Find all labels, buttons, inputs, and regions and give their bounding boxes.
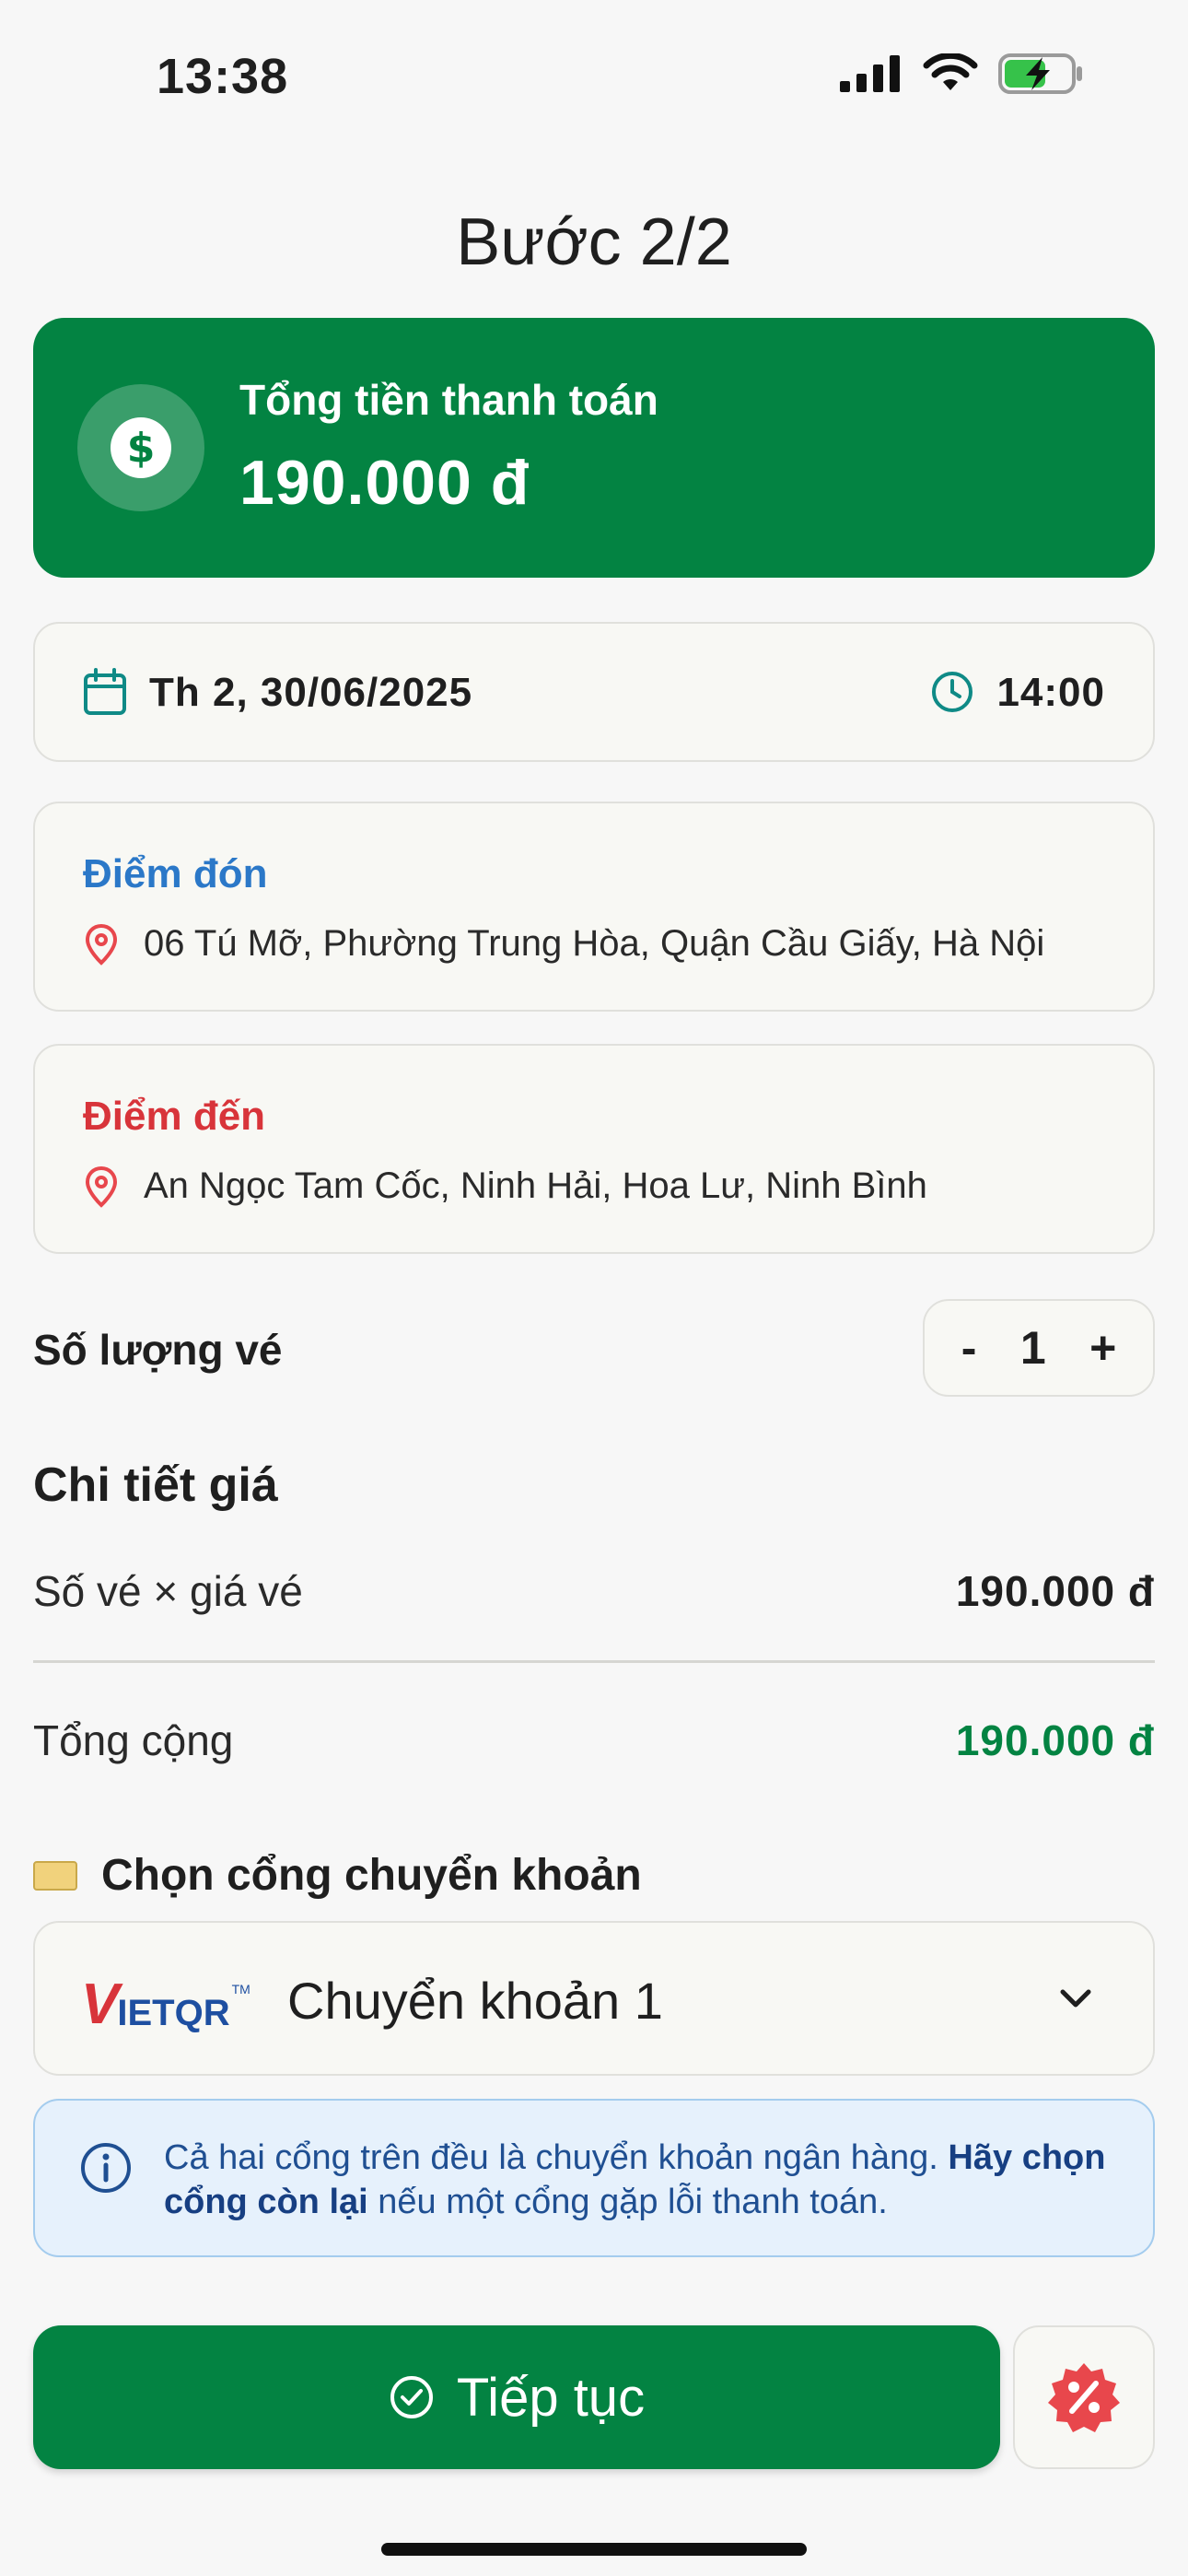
decrease-quantity-button[interactable]: - bbox=[961, 1321, 977, 1375]
ticket-price-line-value: 190.000 đ bbox=[955, 1567, 1155, 1615]
departure-date: Th 2, 30/06/2025 bbox=[149, 670, 473, 715]
ticket-price-line-label: Số vé × giá vé bbox=[33, 1567, 303, 1615]
continue-button[interactable]: Tiếp tục bbox=[33, 2325, 1000, 2469]
info-icon bbox=[81, 2143, 131, 2193]
pickup-address: 06 Tú Mỡ, Phường Trung Hòa, Quận Cầu Giấ… bbox=[144, 923, 1045, 964]
vietqr-logo-text: IETQR bbox=[117, 1993, 230, 2033]
calendar-icon bbox=[84, 668, 126, 715]
destination-address: An Ngọc Tam Cốc, Ninh Hải, Hoa Lư, Ninh … bbox=[144, 1165, 927, 1206]
chevron-down-icon bbox=[1060, 1989, 1091, 2008]
departure-time: 14:00 bbox=[996, 670, 1105, 715]
status-icons bbox=[840, 53, 1085, 94]
dollar-circle-icon: $ bbox=[77, 384, 204, 511]
grand-total-value: 190.000 đ bbox=[955, 1716, 1155, 1764]
vietqr-logo: V IETQR TM bbox=[81, 1976, 250, 2033]
schedule-card: Th 2, 30/06/2025 14:00 bbox=[33, 622, 1155, 762]
clock-icon bbox=[932, 672, 973, 712]
promo-button[interactable] bbox=[1013, 2325, 1155, 2469]
gateway-selected-value: Chuyển khoản 1 bbox=[287, 1972, 663, 2030]
continue-label: Tiếp tục bbox=[456, 2367, 646, 2428]
battery-charging-icon bbox=[998, 53, 1082, 94]
info-text-part: Cả hai cổng trên đều là chuyển khoản ngâ… bbox=[164, 2138, 949, 2177]
credit-card-icon bbox=[33, 1861, 77, 1891]
info-text-part: nếu một cổng gặp lỗi thanh toán. bbox=[367, 2183, 888, 2221]
price-divider bbox=[33, 1660, 1155, 1663]
pickup-card: Điểm đón 06 Tú Mỡ, Phường Trung Hòa, Quậ… bbox=[33, 802, 1155, 1012]
quantity-value: 1 bbox=[1019, 1322, 1046, 1374]
gateway-info-text: Cả hai cổng trên đều là chuyển khoản ngâ… bbox=[164, 2136, 1122, 2224]
destination-card: Điểm đến An Ngọc Tam Cốc, Ninh Hải, Hoa … bbox=[33, 1044, 1155, 1254]
location-pin-icon bbox=[85, 923, 118, 966]
pickup-title: Điểm đón bbox=[83, 851, 268, 896]
vietqr-logo-v: V bbox=[81, 1973, 119, 2036]
total-value: 190.000 đ bbox=[239, 448, 530, 518]
total-payment-card: $ Tổng tiền thanh toán 190.000 đ bbox=[33, 318, 1155, 578]
discount-badge-icon bbox=[1048, 2363, 1120, 2432]
grand-total-label: Tổng cộng bbox=[33, 1716, 234, 1764]
gateway-select[interactable]: V IETQR TM Chuyển khoản 1 bbox=[33, 1921, 1155, 2076]
destination-title: Điểm đến bbox=[83, 1094, 266, 1139]
total-label: Tổng tiền thanh toán bbox=[239, 376, 658, 424]
gateway-info-box: Cả hai cổng trên đều là chuyển khoản ngâ… bbox=[33, 2099, 1155, 2257]
gateway-label: Chọn cổng chuyển khoản bbox=[101, 1851, 642, 1900]
wifi-icon bbox=[923, 53, 978, 90]
vietqr-logo-tm: TM bbox=[231, 1982, 250, 1996]
location-pin-icon bbox=[85, 1165, 118, 1208]
check-circle-icon bbox=[390, 2376, 433, 2418]
cellular-signal-icon bbox=[840, 55, 900, 92]
home-indicator bbox=[381, 2543, 807, 2556]
page-title: Bước 2/2 bbox=[456, 205, 732, 279]
svg-text:$: $ bbox=[127, 425, 156, 472]
price-detail-heading: Chi tiết giá bbox=[33, 1458, 278, 1512]
status-time: 13:38 bbox=[157, 49, 289, 104]
ticket-quantity-label: Số lượng vé bbox=[33, 1326, 283, 1374]
increase-quantity-button[interactable]: + bbox=[1089, 1321, 1116, 1375]
quantity-stepper: - 1 + bbox=[923, 1299, 1155, 1397]
